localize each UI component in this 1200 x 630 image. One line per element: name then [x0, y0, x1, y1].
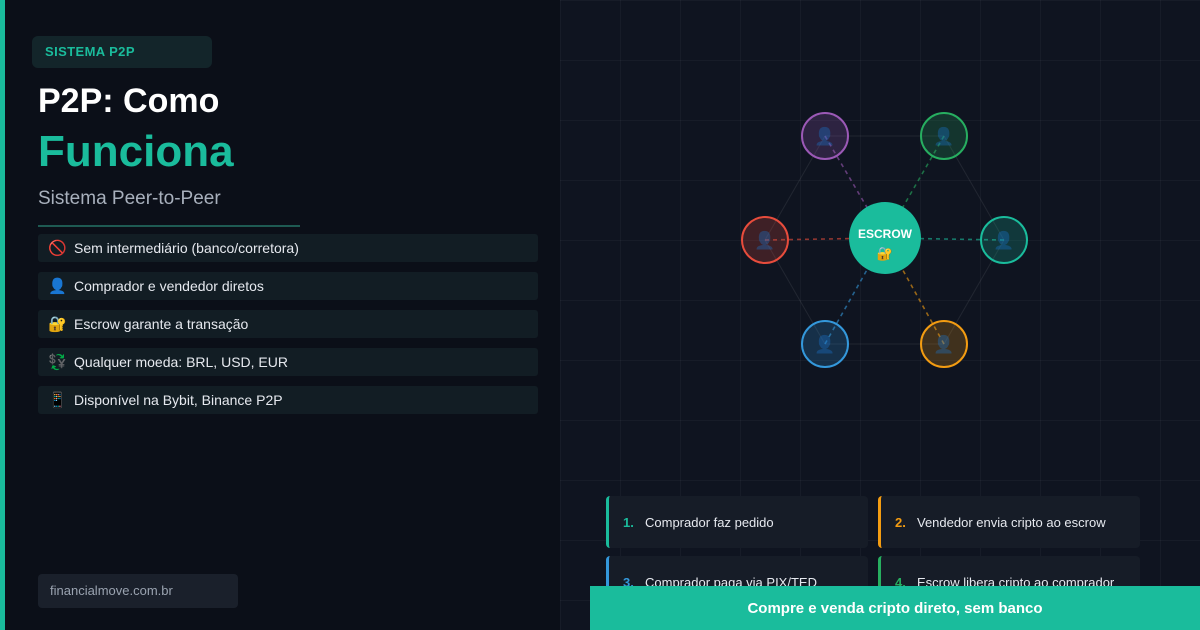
person-icon: 👤 — [754, 230, 775, 250]
escrow-label: ESCROW — [858, 227, 913, 241]
step-number: 2. — [895, 514, 906, 530]
person-icon: 👤 — [814, 126, 835, 146]
peer-node: 👤 — [801, 320, 849, 368]
step-number: 1. — [623, 514, 634, 530]
person-icon: 👤 — [933, 334, 954, 354]
person-icon: 👤 — [993, 230, 1014, 250]
cta-banner[interactable]: Compre e venda cripto direto, sem banco — [590, 586, 1200, 630]
step-text: Vendedor envia cripto ao escrow — [917, 514, 1106, 530]
peer-node: 👤 — [920, 112, 968, 160]
person-icon: 👤 — [933, 126, 954, 146]
lock-key-icon: 🔐 — [877, 246, 893, 261]
person-icon: 👤 — [814, 334, 835, 354]
escrow-node: ESCROW 🔐 — [849, 202, 921, 274]
peer-node: 👤 — [980, 216, 1028, 264]
step-card: 2. Vendedor envia cripto ao escrow — [878, 496, 1140, 548]
step-text: Comprador faz pedido — [645, 514, 774, 530]
peer-node: 👤 — [801, 112, 849, 160]
peer-node: 👤 — [741, 216, 789, 264]
step-card: 1. Comprador faz pedido — [606, 496, 868, 548]
peer-node: 👤 — [920, 320, 968, 368]
